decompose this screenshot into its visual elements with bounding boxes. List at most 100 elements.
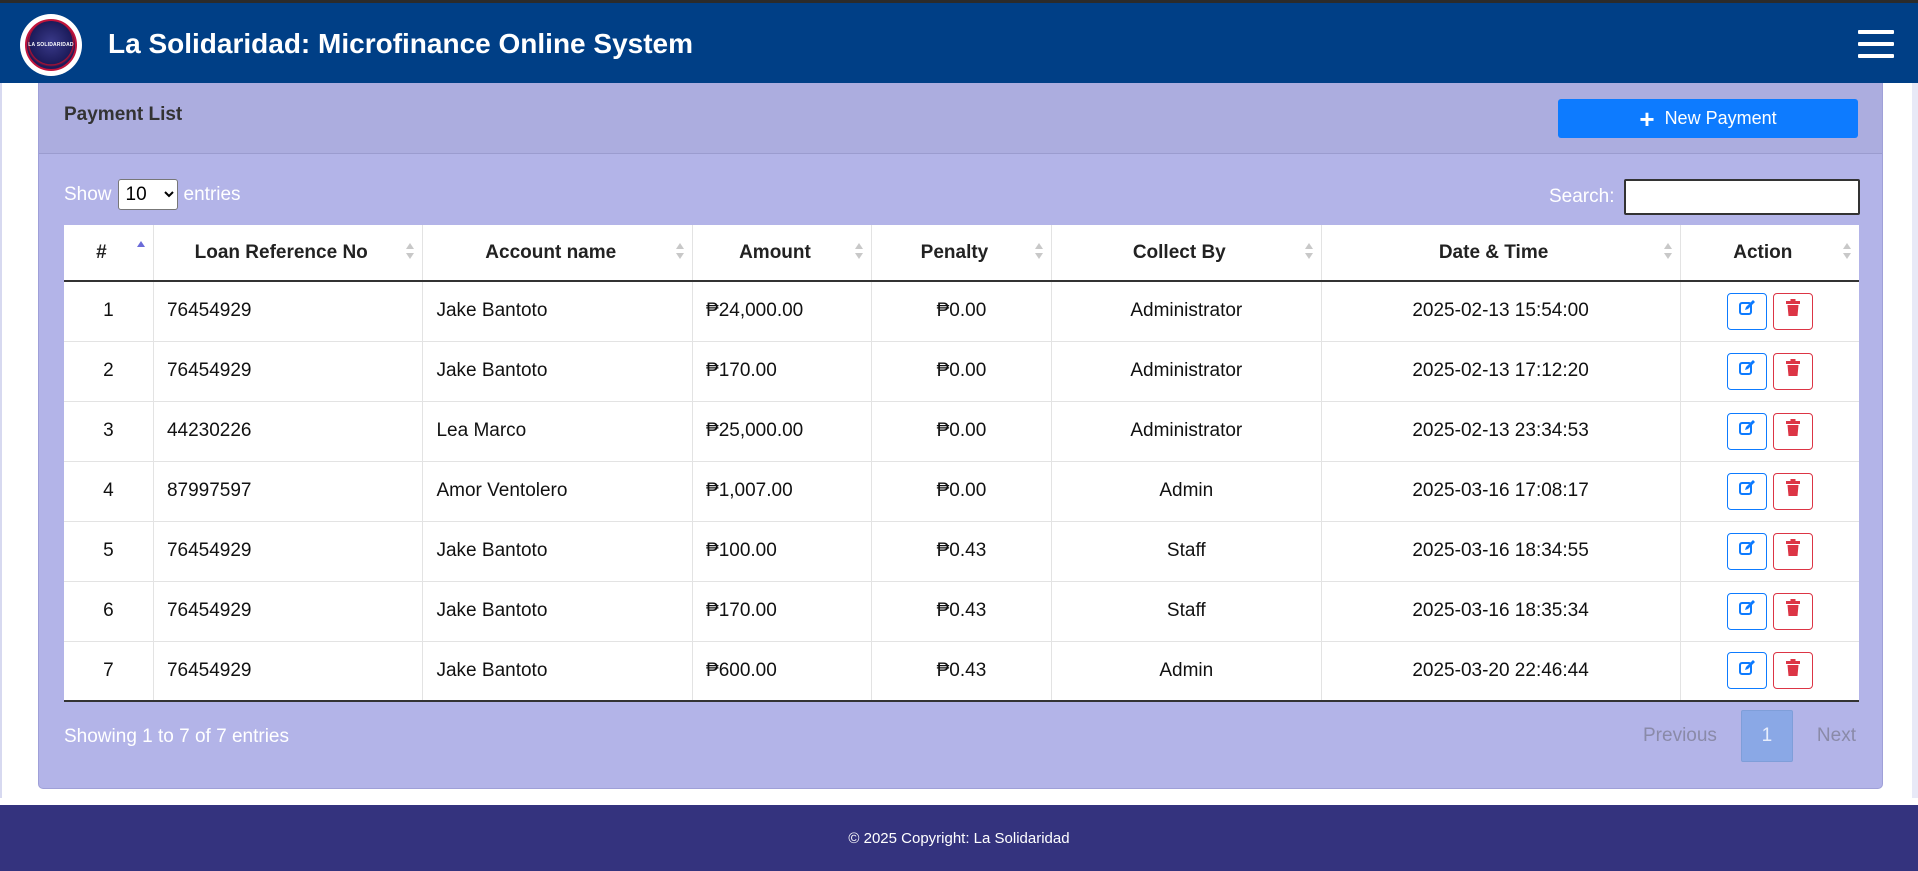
column-header-date-time[interactable]: Date & Time xyxy=(1321,225,1681,282)
cell-loan-ref: 76454929 xyxy=(153,521,424,582)
edit-button[interactable] xyxy=(1726,532,1767,570)
delete-button[interactable] xyxy=(1772,472,1813,510)
edit-button[interactable] xyxy=(1726,652,1767,690)
cell-penalty: ₱0.00 xyxy=(871,281,1053,342)
delete-button[interactable] xyxy=(1772,412,1813,450)
edit-button[interactable] xyxy=(1726,352,1767,390)
app-title[interactable]: La Solidaridad: Microfinance Online Syst… xyxy=(108,27,693,61)
trash-icon xyxy=(1785,359,1801,383)
sort-asc-icon xyxy=(136,241,145,261)
pen-square-icon xyxy=(1738,599,1756,623)
cell-amount: ₱1,007.00 xyxy=(692,461,872,522)
cell-amount: ₱100.00 xyxy=(692,521,872,582)
table-info: Showing 1 to 7 of 7 entries xyxy=(64,726,289,747)
pagination-next[interactable]: Next xyxy=(1793,725,1880,747)
footer: © 2025 Copyright: La Solidaridad xyxy=(0,805,1918,871)
cell-loan-ref: 76454929 xyxy=(153,581,424,642)
cell-penalty: ₱0.00 xyxy=(871,401,1053,462)
cell-collect-by: Administrator xyxy=(1051,401,1322,462)
pagination: Previous 1 Next xyxy=(1619,710,1880,762)
logo-text: LA SOLIDARIDAD xyxy=(28,42,74,48)
cell-penalty: ₱0.00 xyxy=(871,341,1053,402)
edit-button[interactable] xyxy=(1726,592,1767,630)
trash-icon xyxy=(1785,299,1801,323)
column-header-amount[interactable]: Amount xyxy=(692,225,872,282)
cell-account-name: Jake Bantoto xyxy=(422,521,694,582)
pagination-previous[interactable]: Previous xyxy=(1619,725,1741,747)
cell-penalty: ₱0.00 xyxy=(871,461,1053,522)
hamburger-menu-icon[interactable] xyxy=(1858,30,1894,58)
column-header-penalty[interactable]: Penalty xyxy=(871,225,1053,282)
new-payment-button[interactable]: + New Payment xyxy=(1558,99,1858,138)
pen-square-icon xyxy=(1738,479,1756,503)
cell-collect-by: Administrator xyxy=(1051,341,1322,402)
table-row: 6 76454929 Jake Bantoto ₱170.00 ₱0.43 Staff 20… xyxy=(64,581,1859,642)
cell-account-name: Lea Marco xyxy=(422,401,694,462)
search-input[interactable] xyxy=(1624,179,1861,215)
cell-amount: ₱170.00 xyxy=(692,341,872,402)
delete-button[interactable] xyxy=(1772,532,1813,570)
sort-icon xyxy=(1843,243,1851,263)
cell-account-name: Jake Bantoto xyxy=(422,281,694,342)
cell-amount: ₱24,000.00 xyxy=(692,281,872,342)
table-row: 3 44230226 Lea Marco ₱25,000.00 ₱0.00 Adminis… xyxy=(64,401,1859,462)
column-header-number[interactable]: # xyxy=(64,225,154,282)
table-body: 1 76454929 Jake Bantoto ₱24,000.00 ₱0.00 Admi… xyxy=(64,281,1859,702)
cell-action xyxy=(1680,521,1859,582)
copyright-text: © 2025 Copyright: La Solidaridad xyxy=(848,829,1070,847)
trash-icon xyxy=(1785,419,1801,443)
cell-amount: ₱25,000.00 xyxy=(692,401,872,462)
payments-table: # Loan Reference No Account name Amount … xyxy=(64,225,1859,702)
right-edge xyxy=(1912,83,1918,798)
entries-select[interactable]: 10 xyxy=(117,179,178,210)
cell-number: 5 xyxy=(64,521,154,582)
cell-loan-ref: 76454929 xyxy=(153,341,424,402)
logo-emblem: LA SOLIDARIDAD xyxy=(25,19,77,71)
pen-square-icon xyxy=(1738,359,1756,383)
column-header-collect-by[interactable]: Collect By xyxy=(1051,225,1322,282)
sort-icon xyxy=(1663,243,1672,263)
column-header-action[interactable]: Action xyxy=(1680,225,1859,282)
table-row: 7 76454929 Jake Bantoto ₱600.00 ₱0.43 Admin 20… xyxy=(64,641,1859,702)
delete-button[interactable] xyxy=(1772,352,1813,390)
entries-label: entries xyxy=(183,183,241,205)
cell-date-time: 2025-03-20 22:46:44 xyxy=(1321,641,1681,702)
edit-button[interactable] xyxy=(1726,292,1767,330)
new-payment-label: New Payment xyxy=(1664,108,1777,128)
logo[interactable]: LA SOLIDARIDAD xyxy=(20,14,82,76)
table-header-row: # Loan Reference No Account name Amount … xyxy=(64,225,1859,282)
cell-loan-ref: 76454929 xyxy=(153,641,424,702)
cell-date-time: 2025-03-16 17:08:17 xyxy=(1321,461,1681,522)
search-control: Search: xyxy=(1549,179,1861,215)
edit-button[interactable] xyxy=(1726,472,1767,510)
table-row: 4 87997597 Amor Ventolero ₱1,007.00 ₱0.00 Adm… xyxy=(64,461,1859,522)
cell-amount: ₱170.00 xyxy=(692,581,872,642)
cell-number: 1 xyxy=(64,281,154,342)
cell-account-name: Jake Bantoto xyxy=(422,641,694,702)
pagination-page-current[interactable]: 1 xyxy=(1740,710,1793,762)
delete-button[interactable] xyxy=(1772,292,1813,330)
cell-penalty: ₱0.43 xyxy=(871,521,1053,582)
cell-account-name: Jake Bantoto xyxy=(422,341,694,402)
cell-date-time: 2025-02-13 23:34:53 xyxy=(1321,401,1681,462)
cell-action xyxy=(1680,281,1859,342)
cell-action xyxy=(1680,641,1859,702)
sort-icon xyxy=(676,243,685,263)
left-edge xyxy=(0,83,2,798)
edit-button[interactable] xyxy=(1726,412,1767,450)
cell-number: 2 xyxy=(64,341,154,402)
cell-loan-ref: 87997597 xyxy=(153,461,424,522)
trash-icon xyxy=(1785,479,1801,503)
delete-button[interactable] xyxy=(1772,592,1813,630)
column-header-account-name[interactable]: Account name xyxy=(422,225,694,282)
delete-button[interactable] xyxy=(1772,652,1813,690)
show-label: Show xyxy=(64,183,112,205)
cell-date-time: 2025-03-16 18:34:55 xyxy=(1321,521,1681,582)
table-row: 5 76454929 Jake Bantoto ₱100.00 ₱0.43 Staff 20… xyxy=(64,521,1859,582)
cell-number: 3 xyxy=(64,401,154,462)
card-title: Payment List xyxy=(64,104,183,125)
trash-icon xyxy=(1785,658,1801,683)
column-header-loan-ref[interactable]: Loan Reference No xyxy=(153,225,424,282)
cell-action xyxy=(1680,581,1859,642)
cell-action xyxy=(1680,461,1859,522)
